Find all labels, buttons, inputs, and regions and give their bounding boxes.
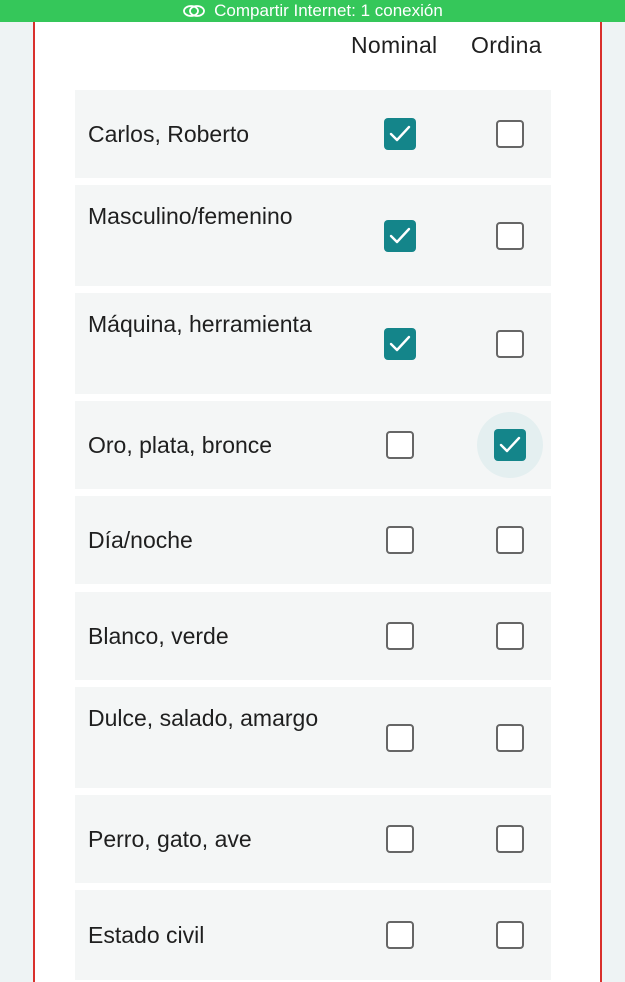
- ordinal-cell: [455, 687, 565, 788]
- table-row: Carlos, Roberto: [75, 90, 551, 178]
- row-label: Carlos, Roberto: [88, 121, 250, 147]
- ordinal-checkbox[interactable]: [496, 921, 524, 949]
- ordinal-checkbox[interactable]: [496, 120, 524, 148]
- ordinal-cell: [455, 795, 565, 883]
- nominal-checkbox[interactable]: [384, 327, 416, 360]
- nominal-checkbox[interactable]: [386, 921, 414, 949]
- table-row: Masculino/femenino: [75, 185, 551, 286]
- row-label: Dulce, salado, amargo: [88, 705, 319, 731]
- nominal-checkbox[interactable]: [384, 118, 416, 150]
- ordinal-cell: [455, 890, 565, 980]
- nominal-checkbox[interactable]: [386, 622, 414, 650]
- nominal-checkbox[interactable]: [386, 825, 414, 853]
- nominal-cell: [345, 496, 455, 584]
- ordinal-cell: [455, 592, 565, 680]
- ordinal-checkbox[interactable]: [494, 429, 526, 461]
- nominal-cell: [345, 90, 455, 178]
- checkmark-icon: [389, 125, 411, 143]
- nominal-cell: [345, 687, 455, 788]
- checkmark-icon: [389, 227, 411, 245]
- status-bar-text: Compartir Internet: 1 conexión: [214, 1, 443, 20]
- nominal-cell: [345, 890, 455, 980]
- ordinal-checkbox[interactable]: [496, 723, 524, 752]
- table-row: Dulce, salado, amargo: [75, 687, 551, 788]
- column-header-row: Nominal Ordina: [35, 32, 600, 66]
- table-row: Día/noche: [75, 496, 551, 584]
- link-icon: [182, 3, 206, 19]
- nominal-cell: [345, 185, 455, 286]
- nominal-cell: [345, 293, 455, 394]
- table-row: Oro, plata, bronce: [75, 401, 551, 489]
- row-label: Masculino/femenino: [88, 203, 293, 229]
- row-label: Oro, plata, bronce: [88, 432, 273, 458]
- table-row: Perro, gato, ave: [75, 795, 551, 883]
- row-label: Máquina, herramienta: [88, 311, 312, 337]
- ordinal-cell: [455, 293, 565, 394]
- ordinal-checkbox[interactable]: [496, 221, 524, 250]
- nominal-checkbox[interactable]: [386, 431, 414, 459]
- nominal-cell: [345, 592, 455, 680]
- nominal-checkbox[interactable]: [384, 219, 416, 252]
- table-row: Blanco, verde: [75, 592, 551, 680]
- checkmark-icon: [499, 436, 521, 454]
- question-card: Nominal Ordina Carlos, Roberto Masculino/…: [33, 22, 602, 982]
- checkmark-icon: [389, 335, 411, 353]
- nominal-checkbox[interactable]: [386, 723, 414, 752]
- row-label: Blanco, verde: [88, 623, 229, 649]
- table-row: Estado civil: [75, 890, 551, 980]
- ordinal-cell: [455, 401, 565, 489]
- ordinal-checkbox[interactable]: [496, 526, 524, 554]
- ordinal-checkbox[interactable]: [496, 329, 524, 358]
- nominal-cell: [345, 401, 455, 489]
- row-label: Perro, gato, ave: [88, 826, 252, 852]
- column-header-ordinal: Ordina: [471, 32, 542, 58]
- column-header-nominal: Nominal: [351, 32, 438, 58]
- nominal-cell: [345, 795, 455, 883]
- row-label: Día/noche: [88, 527, 193, 553]
- ordinal-checkbox[interactable]: [496, 825, 524, 853]
- table-row: Máquina, herramienta: [75, 293, 551, 394]
- row-label: Estado civil: [88, 922, 205, 948]
- ordinal-cell: [455, 185, 565, 286]
- nominal-checkbox[interactable]: [386, 526, 414, 554]
- status-bar: Compartir Internet: 1 conexión: [0, 0, 625, 22]
- ordinal-cell: [455, 90, 565, 178]
- ordinal-cell: [455, 496, 565, 584]
- ordinal-checkbox[interactable]: [496, 622, 524, 650]
